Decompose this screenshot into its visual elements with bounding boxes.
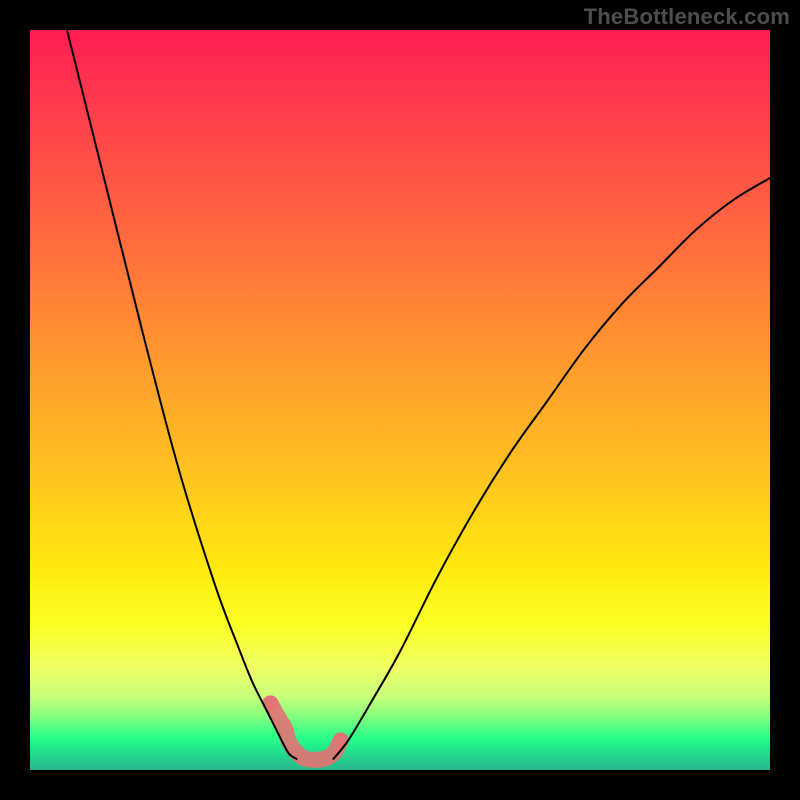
plot-area (30, 30, 770, 770)
watermark-text: TheBottleneck.com (584, 4, 790, 30)
curve-layer (30, 30, 770, 770)
curve-right-branch (333, 178, 770, 759)
curve-left-branch (67, 30, 296, 759)
valley-marker (271, 703, 341, 759)
chart-frame: TheBottleneck.com (0, 0, 800, 800)
